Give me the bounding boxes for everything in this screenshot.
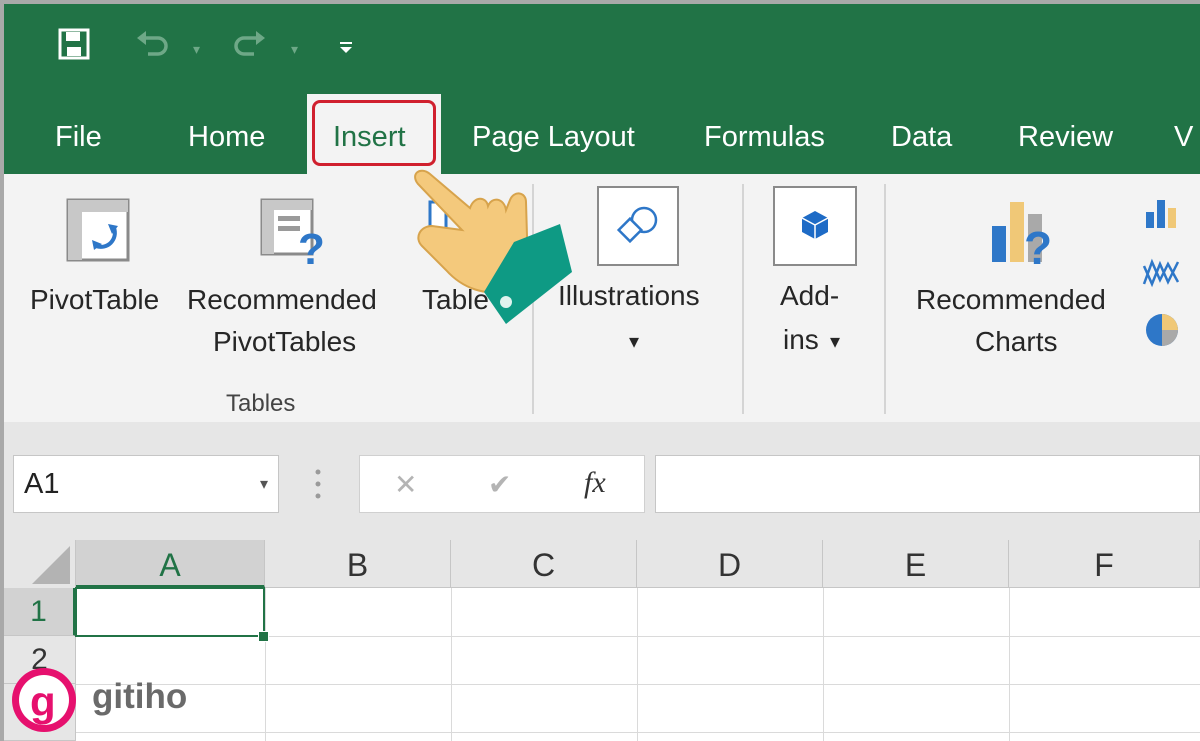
addins-label-2: ins	[783, 324, 819, 355]
name-box[interactable]: A1 ▾	[13, 455, 279, 513]
column-chart-icon[interactable]	[1144, 196, 1178, 230]
line-chart-icon[interactable]	[1142, 256, 1180, 290]
tab-data[interactable]: Data	[891, 120, 952, 154]
svg-text:g: g	[30, 678, 56, 725]
gridline	[76, 684, 1200, 685]
gitiho-logo-icon: g	[12, 668, 76, 732]
illustrations-label: Illustrations	[558, 280, 700, 311]
column-header-e[interactable]: E	[823, 540, 1009, 588]
tab-view[interactable]: V	[1174, 120, 1193, 154]
column-header-d[interactable]: D	[637, 540, 823, 588]
title-bar: ▾ ▾	[4, 4, 1200, 92]
recommended-pivottables-label-2: PivotTables	[213, 326, 357, 357]
redo-dropdown-icon[interactable]: ▾	[291, 34, 298, 64]
ribbon-tab-row: File Home Insert Page Layout Formulas Da…	[4, 92, 1200, 174]
pie-chart-icon[interactable]	[1144, 312, 1180, 348]
tab-review[interactable]: Review	[1018, 120, 1113, 154]
illustrations-dropdown-icon: ▾	[629, 331, 640, 353]
recommended-charts-label-2: Charts	[975, 326, 1058, 357]
addins-dropdown-icon: ▾	[830, 331, 841, 353]
svg-text:?: ?	[1024, 222, 1052, 272]
recommended-pivottables-label-1: Recommended	[187, 284, 377, 315]
insert-function-button[interactable]: fx	[584, 466, 606, 500]
pivottable-icon	[66, 198, 130, 262]
undo-dropdown-icon[interactable]: ▾	[193, 34, 200, 64]
gitiho-watermark-text: gitiho	[92, 677, 188, 716]
formula-bar-grip-icon[interactable]	[315, 468, 321, 500]
fill-handle[interactable]	[258, 631, 269, 642]
name-box-dropdown-icon[interactable]: ▾	[260, 474, 268, 494]
redo-icon[interactable]	[232, 30, 268, 60]
formula-buttons: ✕ ✔ fx	[359, 455, 645, 513]
column-header-f[interactable]: F	[1009, 540, 1200, 588]
gridline	[1009, 588, 1010, 741]
row-header-1[interactable]: 1	[4, 588, 76, 636]
active-cell-a1[interactable]	[75, 587, 265, 637]
select-all-button[interactable]	[4, 540, 76, 588]
tab-formulas[interactable]: Formulas	[704, 120, 825, 154]
shapes-icon	[616, 206, 658, 244]
save-icon[interactable]	[58, 28, 90, 60]
gridline	[637, 588, 638, 741]
pointing-hand-icon	[414, 169, 572, 324]
insert-ribbon: PivotTable ? Recommended PivotTables Tab…	[4, 174, 1200, 422]
recommended-charts-icon: ?	[992, 202, 1052, 272]
formula-bar: A1 ▾ ✕ ✔ fx	[4, 428, 1200, 540]
group-separator-3	[884, 184, 886, 414]
tables-group-label: Tables	[226, 390, 296, 417]
tab-file[interactable]: File	[55, 120, 102, 154]
name-box-value: A1	[24, 468, 60, 500]
excel-window: ▾ ▾ File Home Insert Page Layout Formula…	[4, 4, 1200, 741]
gridline	[265, 588, 266, 741]
customize-qat-icon[interactable]	[340, 42, 352, 54]
enter-icon[interactable]: ✔	[488, 468, 511, 501]
column-header-a[interactable]: A	[76, 540, 265, 588]
gridline	[451, 588, 452, 741]
recommended-charts-label-1: Recommended	[916, 284, 1106, 315]
column-header-b[interactable]: B	[265, 540, 451, 588]
store-cube-icon	[801, 211, 829, 239]
gridline	[76, 732, 1200, 733]
svg-text:?: ?	[298, 225, 325, 268]
select-all-triangle-icon	[32, 546, 70, 584]
recommended-pivottables-icon: ?	[260, 198, 325, 268]
formula-input[interactable]	[655, 455, 1200, 513]
pivottable-label: PivotTable	[30, 284, 160, 315]
addins-label-1: Add-	[780, 280, 840, 311]
undo-icon[interactable]	[134, 30, 170, 60]
gridline	[823, 588, 824, 741]
tab-home[interactable]: Home	[188, 120, 265, 154]
tab-page-layout[interactable]: Page Layout	[472, 120, 635, 154]
cancel-icon[interactable]: ✕	[394, 468, 417, 501]
column-header-c[interactable]: C	[451, 540, 637, 588]
group-separator-2	[742, 184, 744, 414]
